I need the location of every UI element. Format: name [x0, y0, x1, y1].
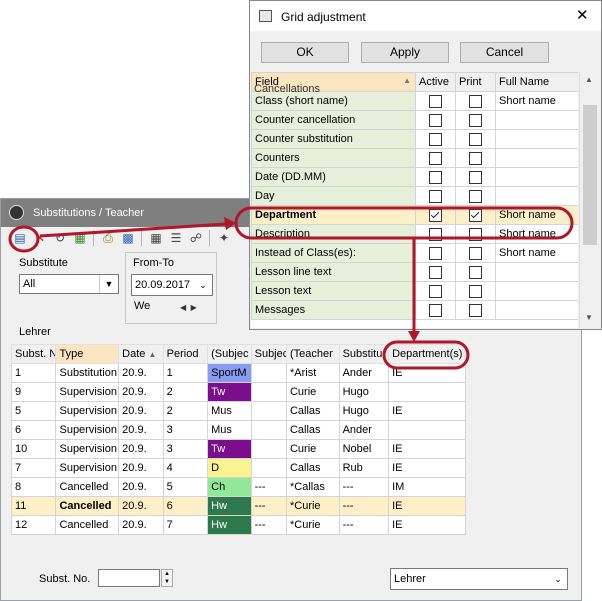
annotation-overlay — [8, 206, 574, 370]
arrow-head-icon — [224, 217, 236, 230]
arrow-head-icon — [408, 331, 420, 342]
annotation-circle-toolbar — [8, 225, 40, 253]
annotation-circle-department-row — [234, 206, 574, 240]
annotation-arrow-1 — [39, 222, 227, 238]
annotation-circle-department-column — [382, 340, 470, 370]
